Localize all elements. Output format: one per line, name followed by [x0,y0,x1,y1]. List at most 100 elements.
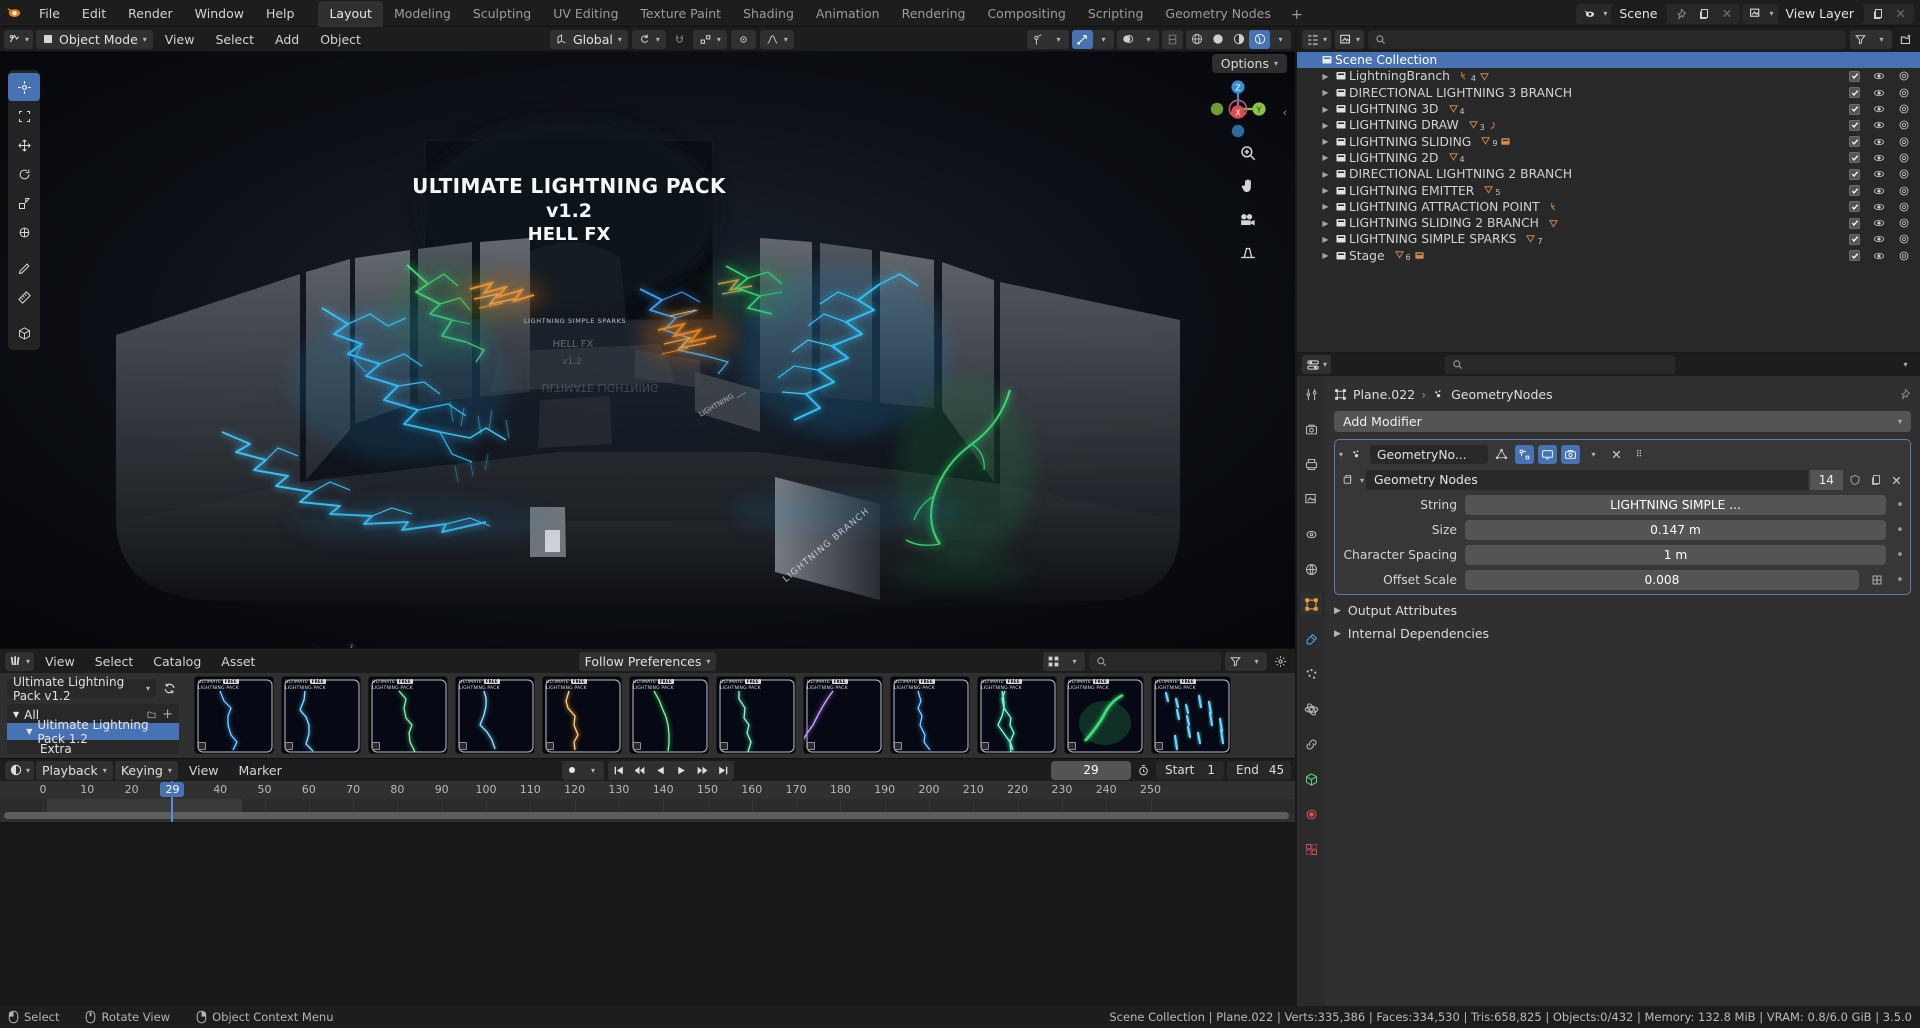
thumbnail-display-icon[interactable] [1043,652,1064,671]
outliner-row[interactable]: ▶ Stage 6 [1297,248,1920,264]
modifier-field-value[interactable]: 0.147 m [1465,520,1886,540]
asset-thumbnail[interactable]: ULTIMATE FREE LIGHTNING PACK [890,676,970,754]
modifier-field-value[interactable]: LIGHTNING SIMPLE ... [1465,495,1886,515]
properties-search-input[interactable] [1444,355,1675,374]
tab-scene[interactable] [1300,524,1322,544]
shading-wireframe-icon[interactable] [1186,30,1207,49]
modifier-expand-icon[interactable]: ▾ [1339,450,1343,459]
start-frame-field[interactable]: Start 1 [1156,760,1224,780]
checkbox-enable[interactable] [1849,250,1860,262]
workspace-tab-modeling[interactable]: Modeling [383,1,462,27]
asset-thumbnail[interactable]: ULTIMATE FREE LIGHTNING PACK [194,676,274,754]
asset-thumbnail[interactable]: ULTIMATE FREE LIGHTNING PACK [803,676,883,754]
workspace-tab-texture-paint[interactable]: Texture Paint [629,1,732,27]
tool-tweak[interactable] [8,73,40,101]
asset-thumbnail[interactable]: ULTIMATE FREE LIGHTNING PACK [1064,676,1144,754]
asset-thumbnail[interactable]: ULTIMATE FREE LIGHTNING PACK [1151,676,1231,754]
timeline-menu-view[interactable]: View [180,761,228,780]
animate-property-icon[interactable]: • [1894,573,1906,588]
checkbox-enable[interactable] [1849,87,1860,99]
new-scene-icon[interactable] [1694,4,1713,23]
node-group-name-field[interactable]: Geometry Nodes [1366,470,1808,490]
workspace-tab-uv-editing[interactable]: UV Editing [542,1,629,27]
camera-view-icon[interactable] [1238,210,1257,229]
outliner-row[interactable]: ▶ LIGHTNING SLIDING 2 BRANCH [1297,215,1920,231]
jump-to-start-icon[interactable] [608,761,629,780]
refresh-library-icon[interactable] [160,679,179,698]
outliner-search-input[interactable] [1368,30,1846,49]
catalog-row-ultimate-lightning-pack[interactable]: ▼ Ultimate Lightning Pack 1.2 [7,718,179,746]
viewport-menu-select[interactable]: Select [206,30,263,49]
outliner-row-disclosure[interactable]: ▶ [1319,72,1332,81]
camera-render-icon[interactable] [1898,250,1910,262]
add-workspace-button[interactable]: + [1282,3,1312,27]
tool-scale[interactable] [8,189,40,217]
eye-icon[interactable] [1873,217,1885,229]
outliner-row[interactable]: ▶ LIGHTNING EMITTER 5 [1297,182,1920,198]
overlay-caret-icon[interactable]: ▾ [1138,30,1159,49]
tab-material[interactable] [1300,804,1322,824]
checkbox-enable[interactable] [1849,233,1860,245]
shading-caret-icon[interactable]: ▾ [1270,30,1291,49]
tool-annotate[interactable] [8,254,40,282]
outliner-row-disclosure[interactable]: ▶ [1319,105,1332,114]
menu-help[interactable]: Help [255,3,306,24]
camera-render-icon[interactable] [1898,201,1910,213]
animate-property-icon[interactable]: • [1894,548,1906,563]
outliner-row[interactable]: ▶ LIGHTNING 2D 4 [1297,150,1920,166]
use-preview-range-icon[interactable] [1134,761,1153,780]
object-visibility-icon[interactable] [1027,30,1048,49]
outliner-row-disclosure[interactable]: ▶ [1319,153,1332,162]
breadcrumb-modifier-label[interactable]: GeometryNodes [1451,387,1552,402]
modifier-field-value[interactable]: 0.008 [1465,570,1859,590]
checkbox-enable[interactable] [1849,217,1860,229]
jump-to-end-icon[interactable] [713,761,734,780]
outliner-row[interactable]: ▶ LightningBranch 4 [1297,68,1920,84]
outliner-row[interactable]: ▶ DIRECTIONAL LIGHTNING 2 BRANCH [1297,166,1920,182]
node-group-fake-user-icon[interactable] [1845,471,1864,490]
camera-render-icon[interactable] [1898,119,1910,131]
end-frame-field[interactable]: End 45 [1227,760,1291,780]
camera-render-icon[interactable] [1898,233,1910,245]
playhead-frame-badge[interactable]: 29 [160,782,185,797]
outliner-row-disclosure[interactable]: ▶ [1319,137,1332,146]
auto-keying-caret-icon[interactable]: ▾ [583,761,604,780]
gizmo-caret-icon[interactable]: ▾ [1093,30,1114,49]
catalog-child-expand-icon[interactable]: ▼ [26,727,32,736]
asset-library-dropdown[interactable]: Ultimate Lightning Pack v1.2 ▾ [7,675,156,703]
modifier-show-in-editmode-icon[interactable] [1515,445,1535,464]
sidebar-collapse-icon[interactable]: ‹ [1283,106,1287,119]
outliner-row-disclosure[interactable]: ▶ [1319,251,1332,260]
outliner-row-disclosure[interactable]: ▶ [1319,170,1332,179]
asset-display-preferences[interactable]: Follow Preferences ▾ [578,651,717,671]
viewport-options-button[interactable]: Options ▾ [1211,53,1287,73]
tab-world[interactable] [1300,559,1322,579]
shading-solid-icon[interactable] [1207,30,1228,49]
scene-selector[interactable]: ▾ Scene ✕ [1576,3,1741,24]
timeline-menu-marker[interactable]: Marker [230,761,291,780]
checkbox-enable[interactable] [1849,136,1860,148]
tab-output[interactable] [1300,454,1322,474]
properties-editor-type-selector[interactable]: ▾ [1302,355,1332,374]
checkbox-enable[interactable] [1849,70,1860,82]
tab-particles[interactable] [1300,664,1322,684]
outliner-row-disclosure[interactable]: ▶ [1319,219,1332,228]
play-reverse-icon[interactable] [650,761,671,780]
properties-section-header[interactable]: ▶ Output Attributes [1334,603,1911,618]
outliner-filter-icon[interactable] [1850,30,1871,49]
outliner-row[interactable]: ▶ DIRECTIONAL LIGHTNING 3 BRANCH [1297,85,1920,101]
modifier-name-field[interactable]: GeometryNo... [1370,445,1489,464]
outliner-filter-caret-icon[interactable]: ▾ [1871,30,1892,49]
modifier-extras-caret-icon[interactable]: ▾ [1584,445,1603,464]
tool-transform[interactable] [8,218,40,246]
asset-settings-icon[interactable] [1271,652,1290,671]
asset-menu-select[interactable]: Select [86,652,143,671]
tool-move[interactable] [8,131,40,159]
tab-render[interactable] [1300,419,1322,439]
tab-modifiers[interactable] [1300,629,1322,649]
outliner-row[interactable]: ▶ LIGHTNING SIMPLE SPARKS 7 [1297,231,1920,247]
eye-icon[interactable] [1873,119,1885,131]
filter-caret-icon[interactable]: ▾ [1246,652,1267,671]
camera-render-icon[interactable] [1898,168,1910,180]
pivot-point-selector[interactable]: ▾ [692,29,727,49]
